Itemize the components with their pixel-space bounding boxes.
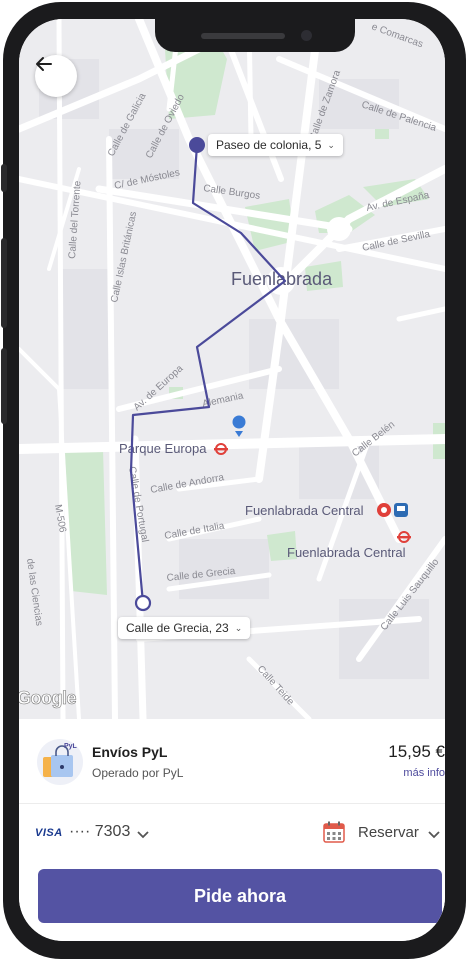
calendar-icon[interactable] [323,821,345,843]
map-canvas: Calle de Galicia Calle de Oviedo Calle d… [19,19,445,719]
poi-fuenlabrada-central-2: Fuenlabrada Central [287,545,406,560]
screen: Calle de Galicia Calle de Oviedo Calle d… [19,19,445,941]
arrow-left-icon [36,57,52,71]
dropoff-address-pill[interactable]: Calle de Grecia, 23 ⌄ [118,617,251,639]
side-button-volume-up [1,238,7,328]
camera [301,30,312,41]
map-view[interactable]: Calle de Galicia Calle de Oviedo Calle d… [19,19,445,719]
notch [155,19,355,52]
poi-fuenlabrada-central-1: Fuenlabrada Central [245,503,364,518]
dropoff-marker [134,594,152,612]
google-attribution: Google [19,688,77,709]
payment-row: VISA ···· 7303 Reservar [19,804,445,864]
service-row[interactable]: PyL Envíos PyL Operado por PyL 15,95 € m… [19,719,445,804]
reserve-button[interactable]: Reservar [358,824,419,841]
back-button[interactable] [35,55,77,97]
pickup-address: Paseo de colonia, 5 [216,138,322,152]
chevron-down-icon: ⌄ [234,622,243,633]
bag-icon: PyL [43,743,78,777]
service-name: Envíos PyL [92,744,168,760]
order-now-button[interactable]: Pide ahora [38,869,442,923]
chevron-down-icon[interactable] [428,831,440,839]
more-info-link[interactable]: más info [305,767,445,779]
visa-icon: VISA [35,827,63,839]
avatar-text: PyL [64,743,78,750]
speaker [201,33,285,39]
service-price: 15,95 € [388,742,445,761]
phone-frame: Calle de Galicia Calle de Oviedo Calle d… [1,2,466,959]
dropoff-address: Calle de Grecia, 23 [126,621,229,635]
side-button-mute [1,164,7,192]
chevron-down-icon: ⌄ [327,139,335,150]
pickup-marker [189,137,205,153]
card-number[interactable]: ···· 7303 [69,823,130,841]
side-button-volume-down [1,348,7,424]
service-operator: Operado por PyL [92,766,184,780]
pickup-address-pill[interactable]: Paseo de colonia, 5 ⌄ [208,134,343,156]
chevron-down-icon[interactable] [137,831,149,839]
bottom-sheet: PyL Envíos PyL Operado por PyL 15,95 € m… [19,719,445,941]
avatar: PyL [37,739,83,785]
